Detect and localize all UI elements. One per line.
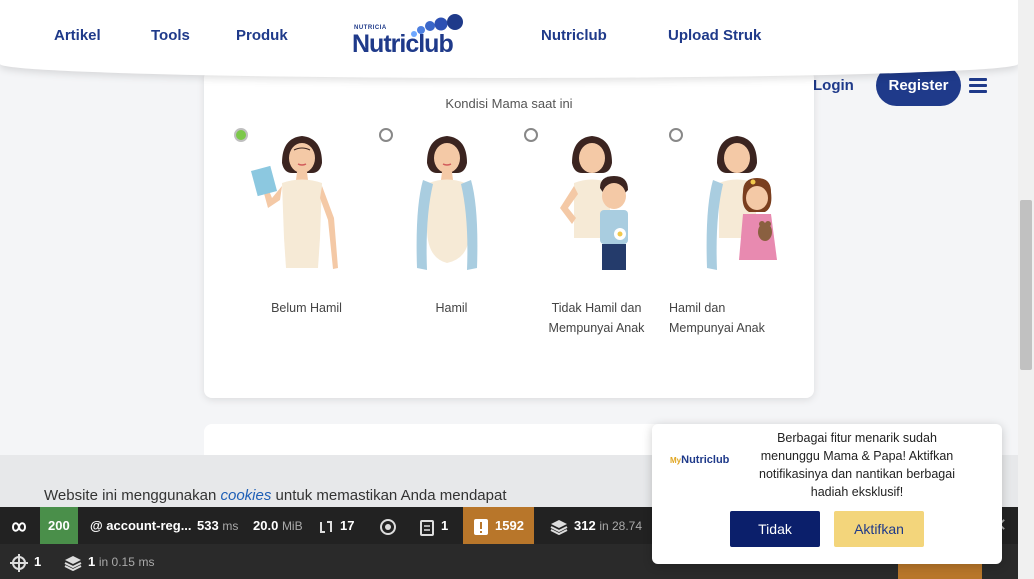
option-label: Tidak Hamil dan Mempunyai Anak (548, 301, 645, 335)
notification-message: Berbagai fitur menarik sudah menunggu Ma… (759, 431, 955, 499)
db-queries[interactable]: 312 in 28.74 (550, 507, 642, 544)
login-link[interactable]: Login (813, 77, 854, 94)
requests-count[interactable]: 17 (318, 507, 354, 544)
route-name[interactable]: @ account-reg... (90, 507, 192, 544)
cookies-link[interactable]: cookies (221, 487, 272, 504)
layers-icon (550, 519, 568, 535)
nav-produk[interactable]: Produk (236, 27, 288, 44)
crosshair-count[interactable]: 1 (10, 544, 41, 579)
mynutriclub-logo: MyNutriclub (670, 454, 730, 466)
exclamation-icon (474, 518, 488, 535)
nav-tools[interactable]: Tools (151, 27, 190, 44)
cache-layers[interactable]: 1 in 0.15 ms (64, 544, 155, 579)
clipboard-icon (420, 519, 434, 536)
nutriclub-logo[interactable]: NUTRICIA Nutriclub (352, 14, 472, 60)
card-title: Kondisi Mama saat ini (445, 96, 573, 111)
symfony-logo-icon[interactable] (8, 507, 36, 544)
option-label: Hamil dan Mempunyai Anak (669, 301, 765, 335)
option-hamil[interactable]: Hamil (379, 128, 519, 358)
nav-upload-struk[interactable]: Upload Struk (668, 27, 761, 44)
scrollbar[interactable] (1018, 0, 1034, 579)
scrollbar-thumb[interactable] (1020, 200, 1032, 370)
option-belum-hamil[interactable]: Belum Hamil (234, 128, 374, 358)
warnings-count[interactable]: 1592 (463, 507, 534, 544)
request-time[interactable]: 533 ms (197, 507, 238, 544)
nav-artikel[interactable]: Artikel (54, 27, 101, 44)
refresh-icon (320, 520, 332, 533)
option-tidak-hamil-punya-anak[interactable]: Tidak Hamil dan Mempunyai Anak (524, 128, 664, 358)
woman-with-boy-illustration (560, 136, 628, 270)
logo-text: Nutriclub (352, 30, 454, 58)
pregnant-woman-with-girl-illustration (706, 136, 777, 270)
crosshair-icon (10, 553, 28, 572)
decline-button[interactable]: Tidak (730, 511, 820, 547)
accept-button[interactable]: Aktifkan (834, 511, 924, 547)
memory-usage[interactable]: 20.0 MiB (253, 507, 303, 544)
top-navbar: Artikel Tools Produk NUTRICIA Nutriclub … (0, 0, 1018, 78)
option-label: Belum Hamil (271, 301, 342, 315)
cookie-notice-text: Website ini menggunakan cookies untuk me… (44, 487, 507, 504)
option-hamil-punya-anak[interactable]: Hamil dan Mempunyai Anak (669, 128, 809, 358)
stack-icon (64, 555, 82, 571)
woman-holding-book-illustration (250, 136, 338, 269)
notification-permission-popup: MyNutriclub Berbagai fitur menarik sudah… (652, 424, 1002, 564)
logs-count[interactable]: 1 (419, 507, 448, 544)
option-label: Hamil (435, 301, 468, 315)
hamburger-menu-icon[interactable] (969, 78, 987, 94)
target-icon[interactable] (379, 507, 403, 544)
nav-nutriclub[interactable]: Nutriclub (541, 27, 607, 44)
pregnant-woman-illustration (416, 136, 478, 270)
mama-condition-card: Kondisi Mama saat ini Belum Hamil Hamil … (204, 70, 814, 398)
status-code[interactable]: 200 (40, 507, 78, 544)
